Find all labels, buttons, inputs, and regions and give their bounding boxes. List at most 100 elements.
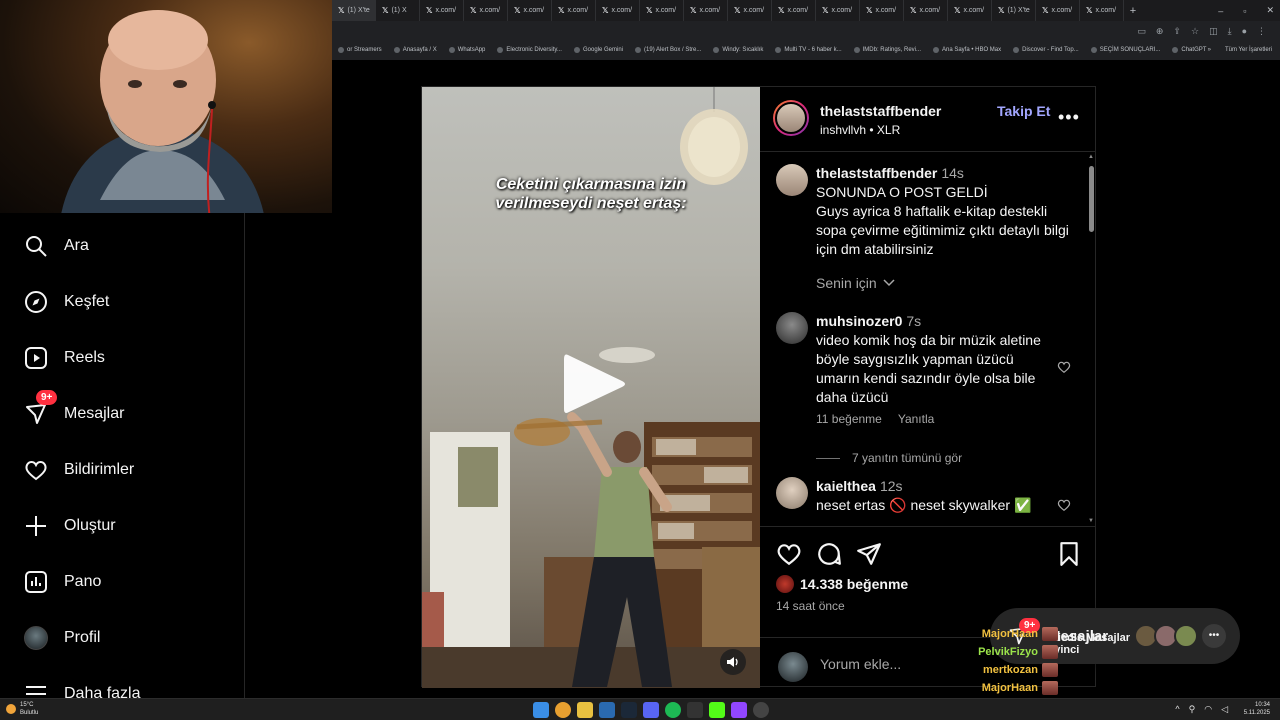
play-icon[interactable] [560,349,628,419]
caption-author[interactable]: thelaststaffbender 14s [816,165,964,181]
minimize-icon[interactable]: – [1218,6,1223,16]
browser-tab[interactable]: 𝕏x.com/ [948,0,992,21]
bookmark-item[interactable]: Discover - Find Top... [1007,47,1085,53]
bookmarks-overflow-button[interactable]: » [1208,47,1211,53]
bookmark-item[interactable]: ChatGPT [1166,47,1212,53]
author-avatar[interactable] [773,100,809,136]
downloads-icon[interactable]: ⤓ [1228,26,1232,37]
sidebar-item-profile[interactable]: Profil [24,624,100,652]
reply-button[interactable]: Yanıtla [898,412,934,426]
sidebar-item-explore[interactable]: Keşfet [24,288,109,316]
bookmark-item[interactable]: or Streamers [332,47,388,53]
bookmark-item[interactable]: Google Gemini [568,47,629,53]
steam-icon[interactable] [621,702,637,718]
like-icon[interactable] [776,541,802,567]
epic-games-icon[interactable] [687,702,703,718]
share-icon[interactable]: ⇪ [1173,26,1181,37]
chevron-up-icon[interactable]: ^ [1175,704,1179,715]
zoom-icon[interactable]: ⊕ [1156,26,1164,37]
comment-icon[interactable] [816,541,842,567]
mute-button[interactable] [720,649,746,675]
avatar[interactable] [776,164,808,196]
scroll-up-icon[interactable]: ▲ [1088,154,1095,160]
browser-tab[interactable]: 𝕏 (1) X'te [332,0,376,21]
browser-tab[interactable]: 𝕏x.com/ [420,0,464,21]
more-options-icon[interactable]: ••• [1058,107,1080,128]
avatar[interactable] [776,312,808,344]
browser-tab[interactable]: 𝕏x.com/ [640,0,684,21]
bookmark-item[interactable]: WhatsApp [443,47,492,53]
author-username[interactable]: thelaststaffbender [820,103,941,119]
sidebar-item-search[interactable]: Ara [24,232,89,260]
close-icon[interactable]: ✕ [1266,5,1274,16]
clock[interactable]: 10:34 5.11.2025 [1244,701,1270,717]
all-bookmarks-button[interactable]: Tüm Yer İşaretleri [1225,47,1272,53]
sidebar-item-create[interactable]: Oluştur [24,512,116,540]
username[interactable]: thelaststaffbender [816,165,937,181]
username[interactable]: kaielthea [816,478,876,494]
store-icon[interactable] [599,702,615,718]
view-replies-button[interactable]: 7 yanıtın tümünü gör [816,451,962,465]
volume-icon[interactable]: ◁ [1221,704,1228,715]
sidebar-item-messages[interactable]: 9+ Mesajlar [24,390,124,428]
comments-scrollbar[interactable]: ▲ ▼ [1088,154,1095,524]
bookmark-item[interactable]: (19) Alert Box / Stre... [629,47,707,53]
comment-author[interactable]: kaielthea 12s [816,478,903,494]
scroll-down-icon[interactable]: ▼ [1088,518,1095,524]
extensions-icon[interactable]: ◫ [1209,26,1218,37]
username[interactable]: muhsinozer0 [816,313,902,329]
likes-summary[interactable]: 14.338 beğenme [776,575,908,593]
like-comment-icon[interactable] [1057,360,1071,374]
video-player[interactable]: Ceketini çıkarmasına izin verilmeseydi n… [422,87,760,688]
browser-tab[interactable]: 𝕏x.com/ [464,0,508,21]
sidebar-item-notifications[interactable]: Bildirimler [24,456,134,484]
follow-button[interactable]: Takip Et [997,103,1050,119]
star-icon[interactable]: ☆ [1191,26,1199,37]
browser-tab[interactable]: 𝕏 (1) X [376,0,420,21]
comment-likes[interactable]: 11 beğenme [816,412,882,426]
avatar[interactable] [776,477,808,509]
kick-icon[interactable] [709,702,725,718]
obs-icon[interactable] [753,702,769,718]
browser-tab[interactable]: 𝕏x.com/ [860,0,904,21]
weather-widget[interactable]: 15°C Bulutlu [6,701,38,717]
maximize-icon[interactable]: ▫ [1243,6,1246,16]
bookmark-item[interactable]: Anasayfa / X [388,47,443,53]
browser-tab[interactable]: 𝕏x.com/ [772,0,816,21]
browser-tab[interactable]: 𝕏 (1) X'te [992,0,1036,21]
kebab-menu-icon[interactable]: ⋮ [1257,26,1266,37]
for-you-toggle[interactable]: Senin için [816,275,895,291]
cast-icon[interactable]: ▭ [1137,26,1146,37]
spotify-icon[interactable] [665,702,681,718]
bookmark-item[interactable]: IMDb: Ratings, Revi... [848,47,927,53]
browser-tab[interactable]: 𝕏x.com/ [552,0,596,21]
bookmark-item[interactable]: Windy: Sıcaklık [707,47,769,53]
browser-tab[interactable]: 𝕏x.com/ [904,0,948,21]
browser-tab[interactable]: 𝕏x.com/ [816,0,860,21]
bookmark-item[interactable]: Multi TV - 6 haber k... [769,47,847,53]
app-icon[interactable] [731,702,747,718]
scrollbar-thumb[interactable] [1089,166,1094,232]
browser-tab[interactable]: 𝕏x.com/ [508,0,552,21]
file-explorer-icon[interactable] [577,702,593,718]
wifi-icon[interactable]: ◠ [1204,704,1212,715]
sidebar-item-dashboard[interactable]: Pano [24,568,101,596]
bookmark-item[interactable]: Electronic Diversity... [491,47,568,53]
sidebar-item-reels[interactable]: Reels [24,344,105,372]
browser-tab[interactable]: 𝕏x.com/ [1080,0,1124,21]
audio-info[interactable]: inshvllvh • XLR [820,123,900,137]
bookmark-item[interactable]: SEÇİM SONUÇLARI... [1085,47,1167,53]
comment-author[interactable]: muhsinozer0 7s [816,313,921,329]
likes-count[interactable]: 14.338 beğenme [800,576,908,592]
bookmark-item[interactable]: Ana Sayfa • HBO Max [927,47,1007,53]
profile-icon[interactable]: ● [1242,26,1247,36]
chrome-icon[interactable] [555,702,571,718]
share-icon[interactable] [856,541,882,567]
browser-tab[interactable]: 𝕏x.com/ [596,0,640,21]
more-options-icon[interactable]: ••• [1202,624,1226,648]
new-tab-button[interactable]: + [1124,5,1142,17]
discord-icon[interactable] [643,702,659,718]
browser-tab[interactable]: 𝕏x.com/ [684,0,728,21]
windows-start-icon[interactable] [533,702,549,718]
browser-tab[interactable]: 𝕏x.com/ [1036,0,1080,21]
